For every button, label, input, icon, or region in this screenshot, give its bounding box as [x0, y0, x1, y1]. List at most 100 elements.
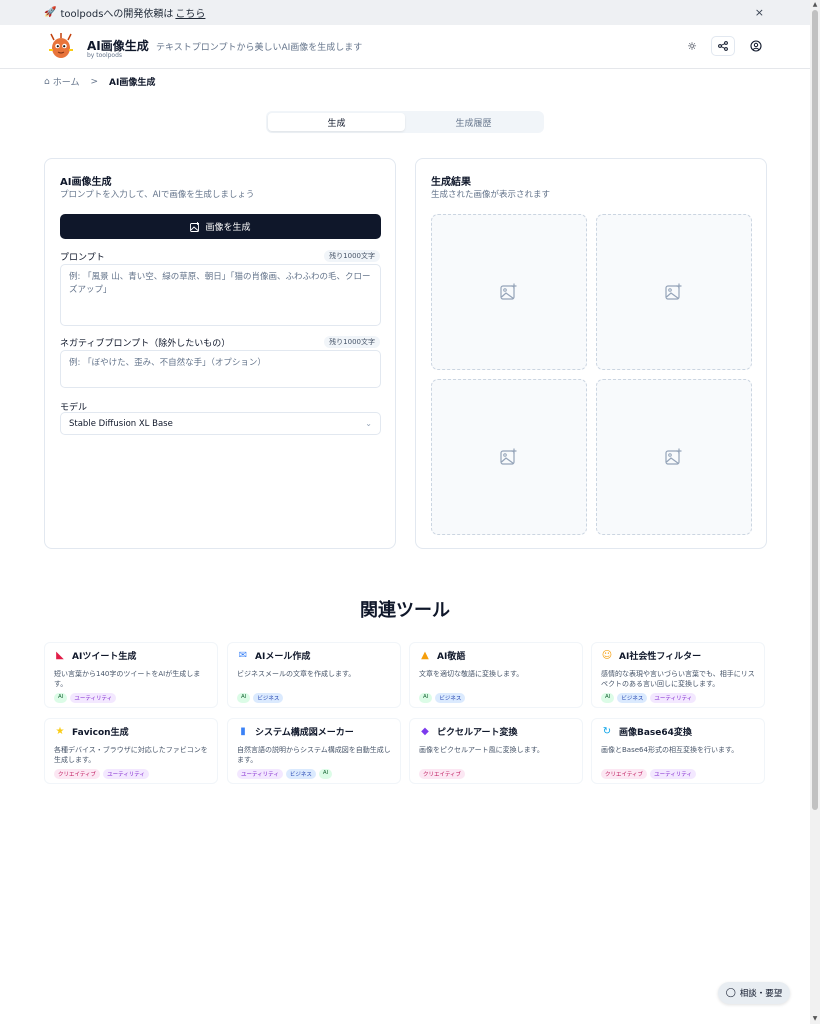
image-plus-icon	[190, 221, 200, 232]
star-icon: ★	[55, 726, 65, 737]
result-card: 生成結果 生成された画像が表示されます	[415, 158, 767, 549]
tool-card-header: ▮ システム構成図メーカー	[237, 725, 354, 738]
share-button[interactable]	[711, 36, 735, 56]
tab-history[interactable]: 生成履歴	[405, 113, 542, 131]
tool-tag: AI	[318, 769, 333, 779]
tool-description: 短い言葉から140字のツイートをAIが生成します。	[54, 670, 201, 688]
scrollbar[interactable]: ▲ ▼	[810, 0, 820, 1024]
tool-tags: クリエイティブ	[419, 769, 466, 779]
tool-tag: AI	[601, 693, 615, 703]
tool-name: ピクセルアート変換	[437, 728, 518, 738]
theme-toggle-button[interactable]: ☼	[680, 36, 704, 56]
share-icon	[718, 41, 728, 51]
mail-icon: ✉	[238, 650, 248, 661]
tool-tag: クリエイティブ	[419, 769, 466, 779]
related-tool-card[interactable]: ▲ AI敬語文章を適切な敬語に変換します。 AI ビジネス	[409, 642, 583, 708]
negative-prompt-textarea[interactable]: 例: 「ぼやけた、歪み、不自然な手」（オプション）	[60, 350, 381, 388]
tool-tag: ユーティリティ	[70, 693, 117, 703]
tool-name: AI敬語	[437, 652, 466, 662]
close-icon[interactable]: ×	[755, 6, 764, 19]
breadcrumb-current: AI画像生成	[109, 78, 156, 88]
tool-card-header: ★ Favicon生成	[54, 725, 129, 738]
tool-name: AIメール作成	[255, 652, 311, 662]
image-slot-2	[596, 214, 752, 370]
tool-description: 感情的な表現や言いづらい言葉でも、相手にリスペクトのある言い回しに変換します。	[601, 670, 755, 688]
result-title: 生成結果	[431, 177, 471, 188]
feedback-button[interactable]: ◯ 相談・要望	[718, 982, 790, 1004]
related-tool-card[interactable]: ◣ AIツイート生成短い言葉から140字のツイートをAIが生成します。 AI ユーティ…	[44, 642, 218, 708]
tool-tag: AI	[237, 693, 251, 703]
tab-generate[interactable]: 生成	[268, 113, 405, 131]
mascot-logo[interactable]	[46, 31, 76, 61]
tool-tag: クリエイティブ	[54, 769, 101, 779]
tool-name: AIツイート生成	[72, 652, 137, 662]
model-select-value: Stable Diffusion XL Base	[69, 418, 173, 429]
scroll-down-icon[interactable]: ▼	[811, 1015, 819, 1023]
image-slot-3	[431, 379, 587, 535]
tool-card-header: ↻ 画像Base64変換	[601, 725, 692, 738]
related-tool-card[interactable]: ▮ システム構成図メーカー自然言語の説明からシステム構成図を自動生成します。ユーテ…	[227, 718, 401, 784]
home-icon: ⌂	[44, 76, 50, 87]
tool-tag: ビジネス	[285, 769, 316, 779]
tool-tag: クリエイティブ	[601, 769, 648, 779]
tool-tag: ユーティリティ	[103, 769, 149, 779]
tool-tags: ユーティリティ ビジネス AI	[237, 769, 333, 779]
tool-card-header: ✉ AIメール作成	[237, 649, 311, 662]
related-tool-card[interactable]: ★ Favicon生成各種デバイス・ブラウザに対応したファビコンを生成します。クリ…	[44, 718, 218, 784]
tool-tags: AI ユーティリティ	[54, 693, 117, 703]
sun-icon: ☼	[687, 39, 697, 53]
result-subtitle: 生成された画像が表示されます	[431, 190, 551, 200]
prompt-textarea[interactable]: 例: 「風景 山、青い空、緑の草原、朝日」「猫の肖像画、ふわふわの毛、クローズア…	[60, 264, 381, 326]
related-tool-card[interactable]: ✉ AIメール作成ビジネスメールの文章を作成します。 AI ビジネス	[227, 642, 401, 708]
account-button[interactable]	[744, 36, 768, 56]
rocket-icon: 🚀	[44, 7, 57, 18]
scrollbar-thumb[interactable]	[812, 10, 818, 810]
feedback-button-label: 相談・要望	[739, 989, 783, 999]
scroll-up-icon[interactable]: ▲	[811, 1, 819, 9]
app-header: AI画像生成 by toolpods テキストプロンプトから美しいAI画像を生成…	[0, 25, 810, 69]
banner-text: toolpodsへの開発依頼は	[60, 9, 174, 20]
tool-tags: AI ビジネス ユーティリティ	[601, 693, 697, 703]
page: 🚀 toolpodsへの開発依頼は こちら × AI画像生成 by toolpo…	[0, 0, 810, 1024]
tool-name: システム構成図メーカー	[255, 728, 354, 738]
tool-card-header: ◣ AIツイート生成	[54, 649, 136, 662]
bow-icon: ▲	[421, 650, 429, 661]
bar-chart-icon: ▮	[240, 726, 246, 737]
banner-link[interactable]: こちら	[175, 5, 205, 20]
generate-button-label: 画像を生成	[205, 223, 251, 233]
related-tool-card[interactable]: ☺ AI社会性フィルター感情的な表現や言いづらい言葉でも、相手にリスペクトのある言…	[591, 642, 765, 708]
form-title: AI画像生成	[60, 177, 112, 188]
prompt-counter: 残り1000文字	[324, 250, 380, 262]
tool-description: 各種デバイス・ブラウザに対応したファビコンを生成します。	[54, 746, 208, 764]
tool-description: 画像とBase64形式の相互変換を行います。	[601, 746, 739, 754]
tool-description: ビジネスメールの文章を作成します。	[237, 670, 356, 678]
model-select[interactable]: Stable Diffusion XL Base ⌄	[60, 412, 381, 435]
generate-form-card: AI画像生成 プロンプトを入力して、AIで画像を生成しましょう 画像を生成 プロ…	[44, 158, 396, 549]
tool-description: 自然言語の説明からシステム構成図を自動生成します。	[237, 746, 391, 764]
tool-card-header: ◆ ピクセルアート変換	[419, 725, 517, 738]
related-tool-card[interactable]: ↻ 画像Base64変換画像とBase64形式の相互変換を行います。 クリエイティブ…	[591, 718, 765, 784]
tool-card-header: ▲ AI敬語	[419, 649, 465, 662]
chevron-down-icon: ⌄	[365, 419, 372, 428]
tool-description: 文章を適切な敬語に変換します。	[419, 670, 524, 678]
tool-tag: ユーティリティ	[650, 693, 697, 703]
tool-card-header: ☺ AI社会性フィルター	[601, 649, 701, 662]
negative-prompt-counter: 残り1000文字	[324, 336, 380, 348]
related-tool-card[interactable]: ◆ ピクセルアート変換画像をピクセルアート風に変換します。 クリエイティブ	[409, 718, 583, 784]
tool-name: Favicon生成	[72, 728, 129, 738]
generate-button[interactable]: 画像を生成	[60, 214, 381, 239]
prompt-label: プロンプト	[60, 253, 105, 263]
smile-icon: ☺	[601, 650, 613, 661]
tool-tags: AI ビジネス	[419, 693, 466, 703]
breadcrumb-home[interactable]: ホーム	[53, 75, 80, 88]
negative-prompt-label: ネガティブプロンプト（除外したいもの）	[60, 339, 231, 349]
announcement-banner: 🚀 toolpodsへの開発依頼は こちら ×	[0, 0, 810, 25]
app-byline: by toolpods	[87, 52, 123, 59]
prompt-placeholder: 例: 「風景 山、青い空、緑の草原、朝日」「猫の肖像画、ふわふわの毛、クローズア…	[69, 272, 371, 295]
tool-description: 画像をピクセルアート風に変換します。	[419, 746, 544, 754]
tool-tags: クリエイティブ ユーティリティ	[601, 769, 696, 779]
tool-tag: ビジネス	[435, 693, 466, 703]
gamepad-icon: ◆	[421, 726, 429, 737]
breadcrumb-separator: >	[90, 76, 98, 87]
tool-tags: AI ビジネス	[237, 693, 284, 703]
